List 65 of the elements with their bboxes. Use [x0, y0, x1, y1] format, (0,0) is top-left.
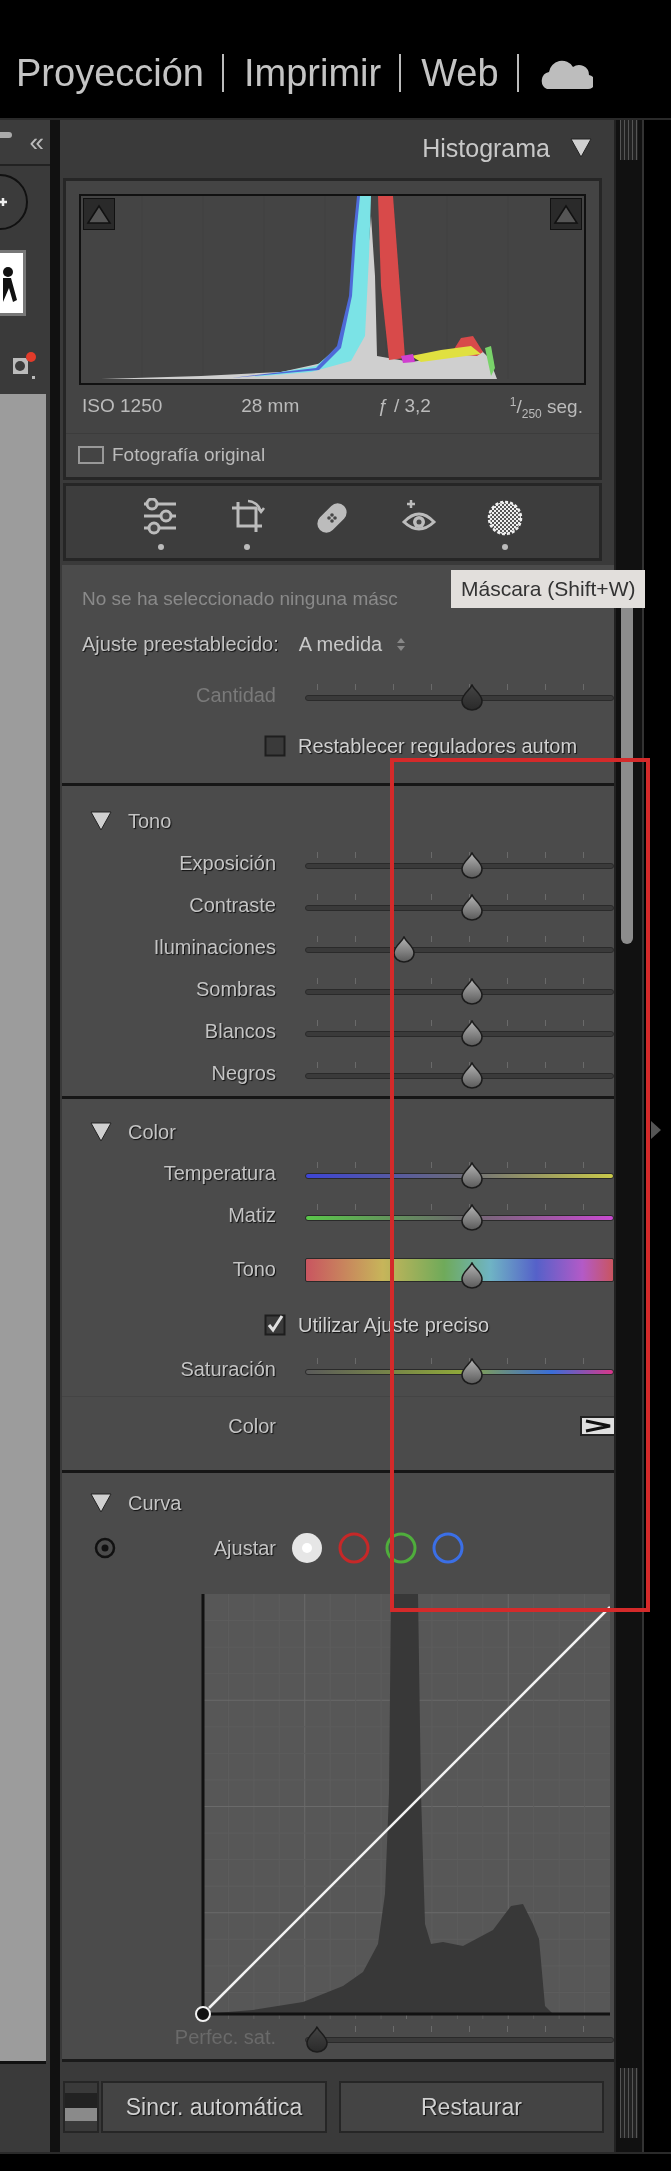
grip-handle	[620, 120, 638, 160]
clipping-indicator-icon[interactable]	[550, 198, 582, 230]
stepper-icon[interactable]	[396, 636, 407, 652]
exif-value: ƒ / 3,2	[378, 395, 431, 418]
curve-point[interactable]	[195, 2006, 211, 2022]
slider-label: Sombras	[194, 977, 277, 1001]
preset-dropdown[interactable]: A medida	[298, 632, 407, 656]
thumbnail[interactable]	[0, 250, 26, 316]
disclosure-triangle-icon[interactable]	[90, 1121, 112, 1143]
status-message: No se ha seleccionado ninguna másc	[82, 587, 398, 611]
slider-label: Contraste	[188, 893, 277, 917]
checkbox[interactable]	[264, 735, 286, 757]
sync-button[interactable]: Sincr. automática	[101, 2081, 327, 2133]
collapse-button[interactable]: «	[29, 129, 44, 155]
slider-thumb[interactable]	[459, 852, 484, 879]
slider-thumb[interactable]	[391, 936, 416, 963]
slider-thumb[interactable]	[459, 894, 484, 921]
field-label: Ajuste preestablecido:	[81, 632, 279, 656]
slider-label: Temperatura	[162, 1161, 277, 1185]
slider-label: Negros	[210, 1061, 277, 1085]
panel-title[interactable]: Histograma	[422, 133, 550, 163]
slider-thumb[interactable]	[459, 1162, 484, 1189]
slider-label: Matiz	[227, 1203, 277, 1227]
disclosure-triangle-icon[interactable]	[90, 1492, 112, 1514]
disclosure-triangle-icon[interactable]	[570, 137, 592, 159]
slider-thumb[interactable]	[459, 1358, 484, 1385]
exif-value: 28 mm	[241, 395, 300, 418]
slider-label: Exposición	[178, 851, 277, 875]
exif-value: $^{1}$/$_{250}$ seg.	[509, 395, 583, 424]
exif-value: ISO 1250	[82, 395, 163, 418]
nav-link[interactable]: Imprimir	[242, 51, 400, 95]
mask-icon[interactable]	[485, 498, 524, 538]
checkbox-label: Restablecer reguladores autom	[298, 734, 578, 758]
slider-thumb[interactable]	[459, 1204, 484, 1231]
disclosure-triangle-icon[interactable]	[90, 810, 112, 832]
slider-thumb[interactable]	[459, 1020, 484, 1047]
clipping-indicator-icon[interactable]	[83, 198, 115, 230]
grip-handle	[620, 2068, 638, 2138]
reset-button[interactable]: Restaurar	[339, 2081, 604, 2133]
slider-thumb[interactable]	[305, 2026, 330, 2053]
channel-button[interactable]	[290, 1531, 324, 1565]
histogram-area	[485, 346, 495, 376]
slider-label: Saturación	[179, 1357, 277, 1381]
section-title[interactable]: Tono	[128, 809, 172, 833]
checkbox[interactable]	[78, 446, 104, 464]
handle-bar	[0, 132, 12, 138]
section-title[interactable]: Color	[128, 1120, 176, 1144]
slider-label: Color	[227, 1414, 277, 1438]
field-label: Ajustar	[212, 1536, 277, 1560]
slider-thumb[interactable]	[459, 1262, 484, 1289]
color-swatch-icon[interactable]	[580, 1416, 614, 1436]
slider-label: Tono	[231, 1257, 277, 1281]
slider-thumb[interactable]	[459, 1062, 484, 1089]
checkbox[interactable]	[264, 1314, 286, 1336]
slider-label: Blancos	[203, 1019, 277, 1043]
checkbox-label: Fotografía original	[112, 444, 266, 466]
slider-thumb[interactable]	[459, 978, 484, 1005]
nav-link[interactable]: Web	[419, 51, 517, 95]
add-button[interactable]	[0, 172, 30, 232]
expand-arrow-icon[interactable]	[650, 1120, 662, 1140]
nav-link[interactable]: Proyección	[14, 51, 222, 95]
slider-label: Iluminaciones	[152, 935, 277, 959]
tooltip: Máscara (Shift+W)	[451, 570, 646, 608]
section-title[interactable]: Curva	[128, 1491, 182, 1515]
toggle-switch[interactable]	[63, 2081, 99, 2133]
